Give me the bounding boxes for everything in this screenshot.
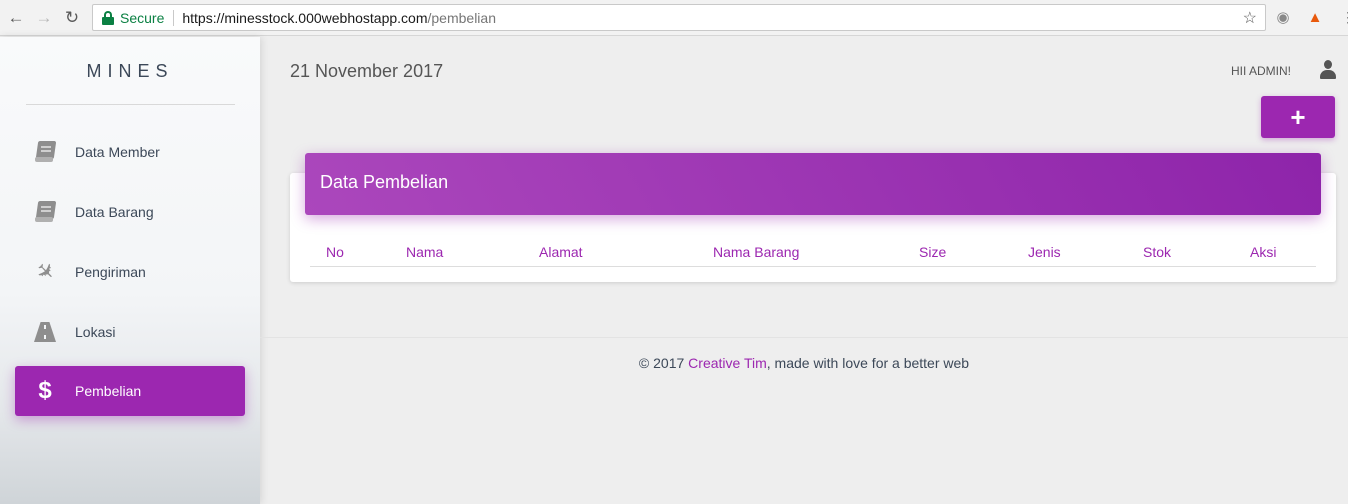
footer-suffix: , made with love for a better web bbox=[766, 355, 970, 371]
table-header-divider bbox=[310, 266, 1316, 267]
sidebar-item-label: Lokasi bbox=[75, 324, 116, 340]
table-header-alamat: Alamat bbox=[539, 244, 583, 260]
brand-logo-text[interactable]: MINES bbox=[0, 61, 260, 82]
add-pembelian-button[interactable]: + bbox=[1261, 96, 1335, 138]
plane-icon: ✈ bbox=[29, 256, 61, 288]
secure-label: Secure bbox=[120, 9, 165, 26]
sidebar-item-pengiriman[interactable]: ✈ Pengiriman bbox=[15, 247, 245, 297]
lock-icon bbox=[102, 10, 114, 25]
browser-toolbar: ← → ↻ Secure https://minesstock.000webho… bbox=[0, 0, 1348, 36]
user-icon[interactable] bbox=[1320, 60, 1336, 80]
footer-prefix: © 2017 bbox=[638, 355, 689, 371]
book-icon bbox=[30, 137, 60, 167]
book-icon bbox=[30, 197, 60, 227]
plus-icon: + bbox=[1290, 101, 1306, 132]
address-separator bbox=[173, 9, 175, 26]
table-header-size: Size bbox=[919, 244, 947, 260]
card-header: Data Pembelian bbox=[305, 153, 1321, 215]
bookmark-star-icon[interactable]: ☆ bbox=[1243, 8, 1257, 28]
table-header-stok: Stok bbox=[1143, 244, 1172, 260]
sidebar-item-label: Pembelian bbox=[75, 383, 142, 399]
sidebar-item-data-member[interactable]: Data Member bbox=[15, 127, 245, 177]
address-bar[interactable]: Secure https://minesstock.000webhostapp.… bbox=[92, 4, 1266, 31]
url-path: /pembelian bbox=[427, 9, 497, 26]
table-header-no: No bbox=[326, 244, 344, 260]
footer: © 2017 Creative Tim, made with love for … bbox=[260, 355, 1348, 371]
table-header-nama: Nama bbox=[406, 244, 444, 260]
extension-icon[interactable]: ◉ bbox=[1273, 7, 1293, 27]
table-header-nama-barang: Nama Barang bbox=[713, 244, 800, 260]
table-header-jenis: Jenis bbox=[1028, 244, 1061, 260]
back-arrow-icon[interactable]: ← bbox=[4, 6, 28, 30]
user-greeting: HII ADMIN! bbox=[1231, 64, 1292, 78]
url-host: https://minesstock.000webhostapp.com bbox=[182, 9, 428, 26]
menu-dots-icon[interactable]: ⋮ bbox=[1338, 7, 1348, 27]
footer-divider bbox=[260, 337, 1348, 338]
forward-arrow-icon[interactable]: → bbox=[32, 6, 56, 30]
table-header-aksi: Aksi bbox=[1250, 244, 1277, 260]
road-icon bbox=[30, 317, 60, 347]
reload-icon[interactable]: ↻ bbox=[60, 6, 84, 30]
dollar-icon: $ bbox=[38, 377, 52, 404]
sidebar: MINES Data Member Data Barang ✈ Pengirim… bbox=[0, 37, 260, 504]
sidebar-item-data-barang[interactable]: Data Barang bbox=[15, 187, 245, 237]
card-title: Data Pembelian bbox=[320, 172, 449, 192]
sidebar-item-label: Data Barang bbox=[75, 204, 154, 220]
extension-fire-icon[interactable]: ▲ bbox=[1305, 7, 1325, 27]
brand-divider bbox=[26, 104, 235, 105]
page-date: 21 November 2017 bbox=[290, 61, 444, 81]
sidebar-item-lokasi[interactable]: Lokasi bbox=[15, 307, 245, 357]
sidebar-item-pembelian[interactable]: $ Pembelian bbox=[15, 366, 245, 416]
footer-link[interactable]: Creative Tim bbox=[688, 355, 767, 371]
sidebar-item-label: Data Member bbox=[75, 144, 160, 160]
sidebar-item-label: Pengiriman bbox=[75, 264, 146, 280]
